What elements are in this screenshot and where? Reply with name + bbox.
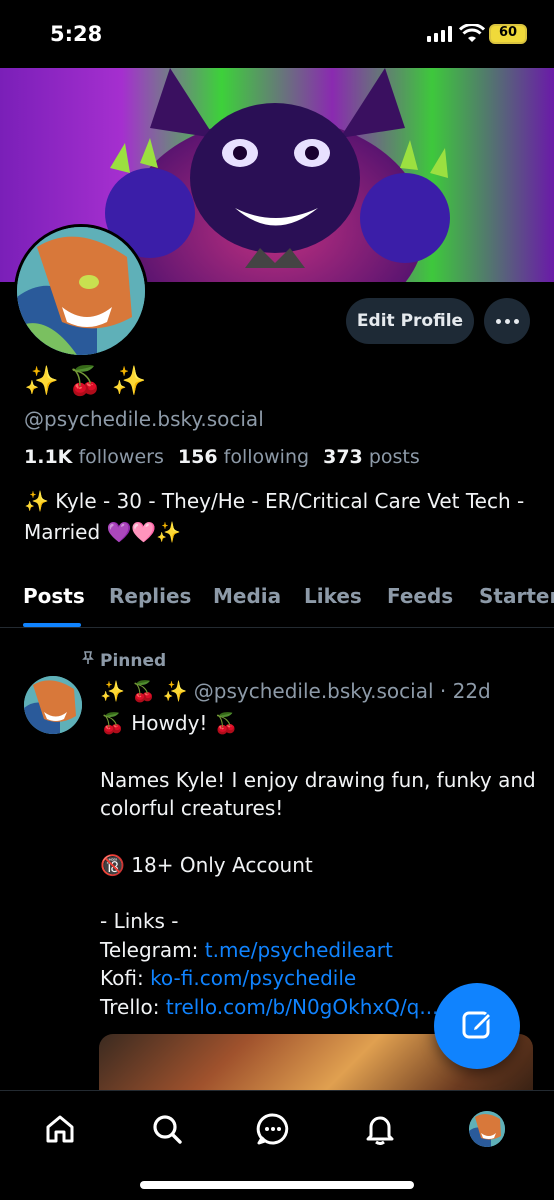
search-icon[interactable] — [147, 1109, 187, 1149]
following-link[interactable]: 156 following — [178, 446, 309, 468]
kofi-label: Kofi: — [100, 966, 144, 990]
profile-handle: @psychedile.bsky.social — [24, 407, 264, 431]
battery-icon: 60 — [489, 24, 527, 44]
posts-stat: 373 posts — [323, 446, 420, 468]
tab-media[interactable]: Media — [213, 584, 281, 608]
trello-label: Trello: — [100, 994, 160, 1019]
wifi-icon — [458, 23, 486, 44]
tab-replies[interactable]: Replies — [109, 584, 191, 608]
posts-label: posts — [368, 446, 420, 468]
following-label: following — [223, 446, 310, 468]
ellipsis-icon — [494, 318, 521, 324]
post-content[interactable]: 🍒 Howdy! 🍒 Names Kyle! I enjoy drawing fu… — [100, 709, 540, 1021]
chat-icon[interactable] — [253, 1109, 293, 1149]
post-line-links-header: - Links - — [100, 909, 179, 933]
tab-posts[interactable]: Posts — [23, 584, 85, 608]
telegram-link[interactable]: t.me/psychedileart — [205, 938, 393, 962]
home-icon[interactable] — [40, 1109, 80, 1149]
pinned-label: Pinned — [100, 650, 167, 671]
profile-stats: 1.1K followers 156 following 373 posts — [24, 446, 420, 468]
bottom-navigation — [0, 1090, 554, 1200]
edit-profile-button[interactable]: Edit Profile — [346, 298, 474, 344]
tab-likes[interactable]: Likes — [304, 584, 362, 608]
display-name: ✨ 🍒 ✨ — [24, 364, 147, 397]
active-tab-indicator — [23, 623, 81, 627]
followers-count: 1.1K — [24, 446, 73, 468]
home-indicator — [140, 1181, 414, 1189]
profile-avatar[interactable] — [14, 224, 148, 358]
more-options-button[interactable] — [484, 298, 530, 344]
post-author-name[interactable]: ✨ 🍒 ✨ — [100, 679, 187, 703]
bell-icon[interactable] — [360, 1109, 400, 1149]
compose-button[interactable] — [434, 983, 520, 1069]
kofi-link[interactable]: ko-fi.com/psychedile — [150, 966, 356, 990]
profile-tabs: Posts Replies Media Likes Feeds Starter — [0, 570, 554, 628]
post-line-telegram: Telegram: t.me/psychedileart — [100, 936, 540, 965]
compose-icon — [458, 1005, 496, 1047]
posts-count: 373 — [323, 446, 363, 468]
status-bar: 5:28 60 — [0, 0, 554, 68]
post-line-greeting: 🍒 Howdy! 🍒 — [100, 711, 239, 735]
post-header: ✨ 🍒 ✨ @psychedile.bsky.social · 22d — [100, 679, 491, 703]
pin-icon — [80, 650, 96, 671]
post-author-avatar[interactable] — [24, 676, 82, 734]
profile-avatar-nav[interactable] — [469, 1111, 505, 1147]
post-time: · 22d — [439, 679, 491, 703]
battery-level: 60 — [498, 25, 518, 40]
cellular-signal-icon — [427, 26, 453, 42]
tab-starter[interactable]: Starter — [479, 584, 554, 608]
followers-link[interactable]: 1.1K followers — [24, 446, 164, 468]
post-author-handle[interactable]: @psychedile.bsky.social — [194, 679, 434, 703]
telegram-label: Telegram: — [100, 937, 199, 962]
tab-feeds[interactable]: Feeds — [387, 584, 453, 608]
pinned-indicator: Pinned — [80, 650, 166, 671]
post-line-intro: Names Kyle! I enjoy drawing fun, funky a… — [100, 767, 536, 821]
following-count: 156 — [177, 446, 218, 468]
trello-link[interactable]: trello.com/b/N0gOkhxQ/q... — [166, 995, 439, 1019]
status-time: 5:28 — [50, 22, 103, 46]
post-line-age: 🔞 18+ Only Account — [100, 852, 313, 877]
followers-label: followers — [78, 446, 164, 468]
profile-bio: ✨ Kyle - 30 - They/He - ER/Critical Care… — [24, 489, 525, 544]
